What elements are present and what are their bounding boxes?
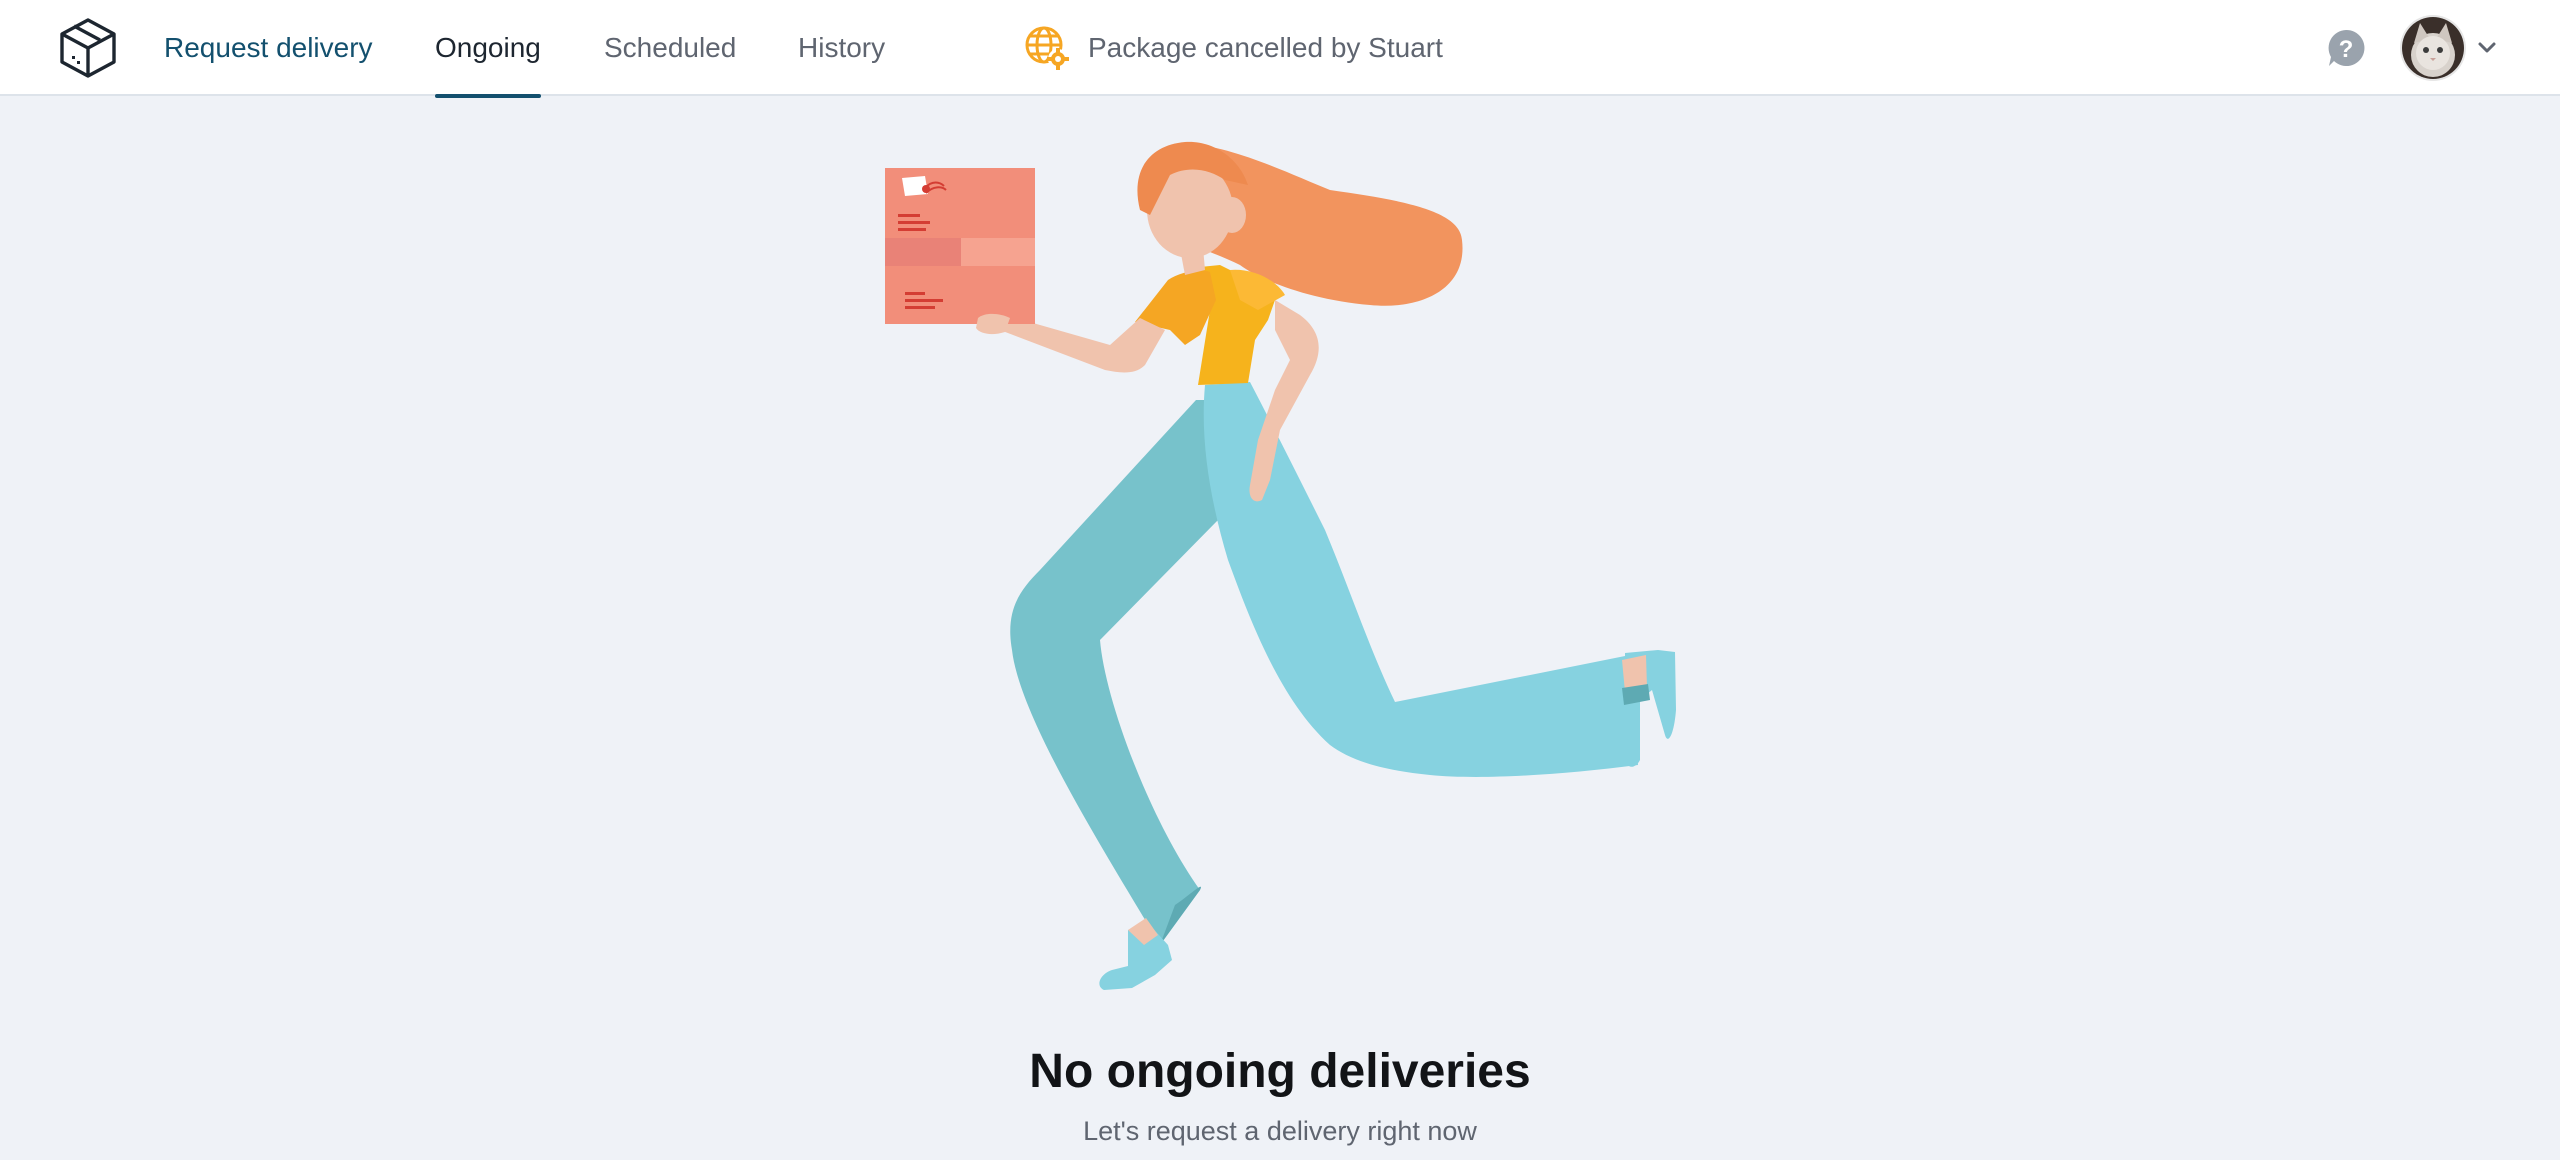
- top-navigation-bar: Request delivery Ongoing Scheduled Histo…: [0, 0, 2560, 98]
- user-avatar[interactable]: [2402, 17, 2464, 79]
- tab-ongoing-label: Ongoing: [435, 32, 541, 63]
- package-box: [885, 168, 1035, 324]
- woman-running-with-package-illustration: [885, 141, 1676, 990]
- avatar-image: [2402, 17, 2464, 79]
- help-icon[interactable]: ?: [2326, 28, 2366, 68]
- tab-scheduled[interactable]: Scheduled: [604, 0, 736, 96]
- tab-history[interactable]: History: [798, 0, 885, 96]
- notification-text: Package cancelled by Stuart: [1088, 32, 1443, 63]
- empty-state-title: No ongoing deliveries: [1029, 1045, 1531, 1098]
- logo-icon[interactable]: [56, 14, 120, 80]
- tab-ongoing[interactable]: Ongoing: [435, 0, 541, 98]
- chevron-down-icon[interactable]: [2476, 40, 2498, 56]
- request-delivery-link[interactable]: Request delivery: [164, 0, 373, 96]
- globe-gear-icon: [1025, 26, 1069, 70]
- tab-history-label: History: [798, 32, 886, 63]
- active-tab-indicator: [435, 94, 541, 98]
- empty-state-subtitle: Let's request a delivery right now: [1083, 1116, 1477, 1146]
- svg-text:?: ?: [2339, 36, 2354, 63]
- tab-scheduled-label: Scheduled: [604, 32, 737, 63]
